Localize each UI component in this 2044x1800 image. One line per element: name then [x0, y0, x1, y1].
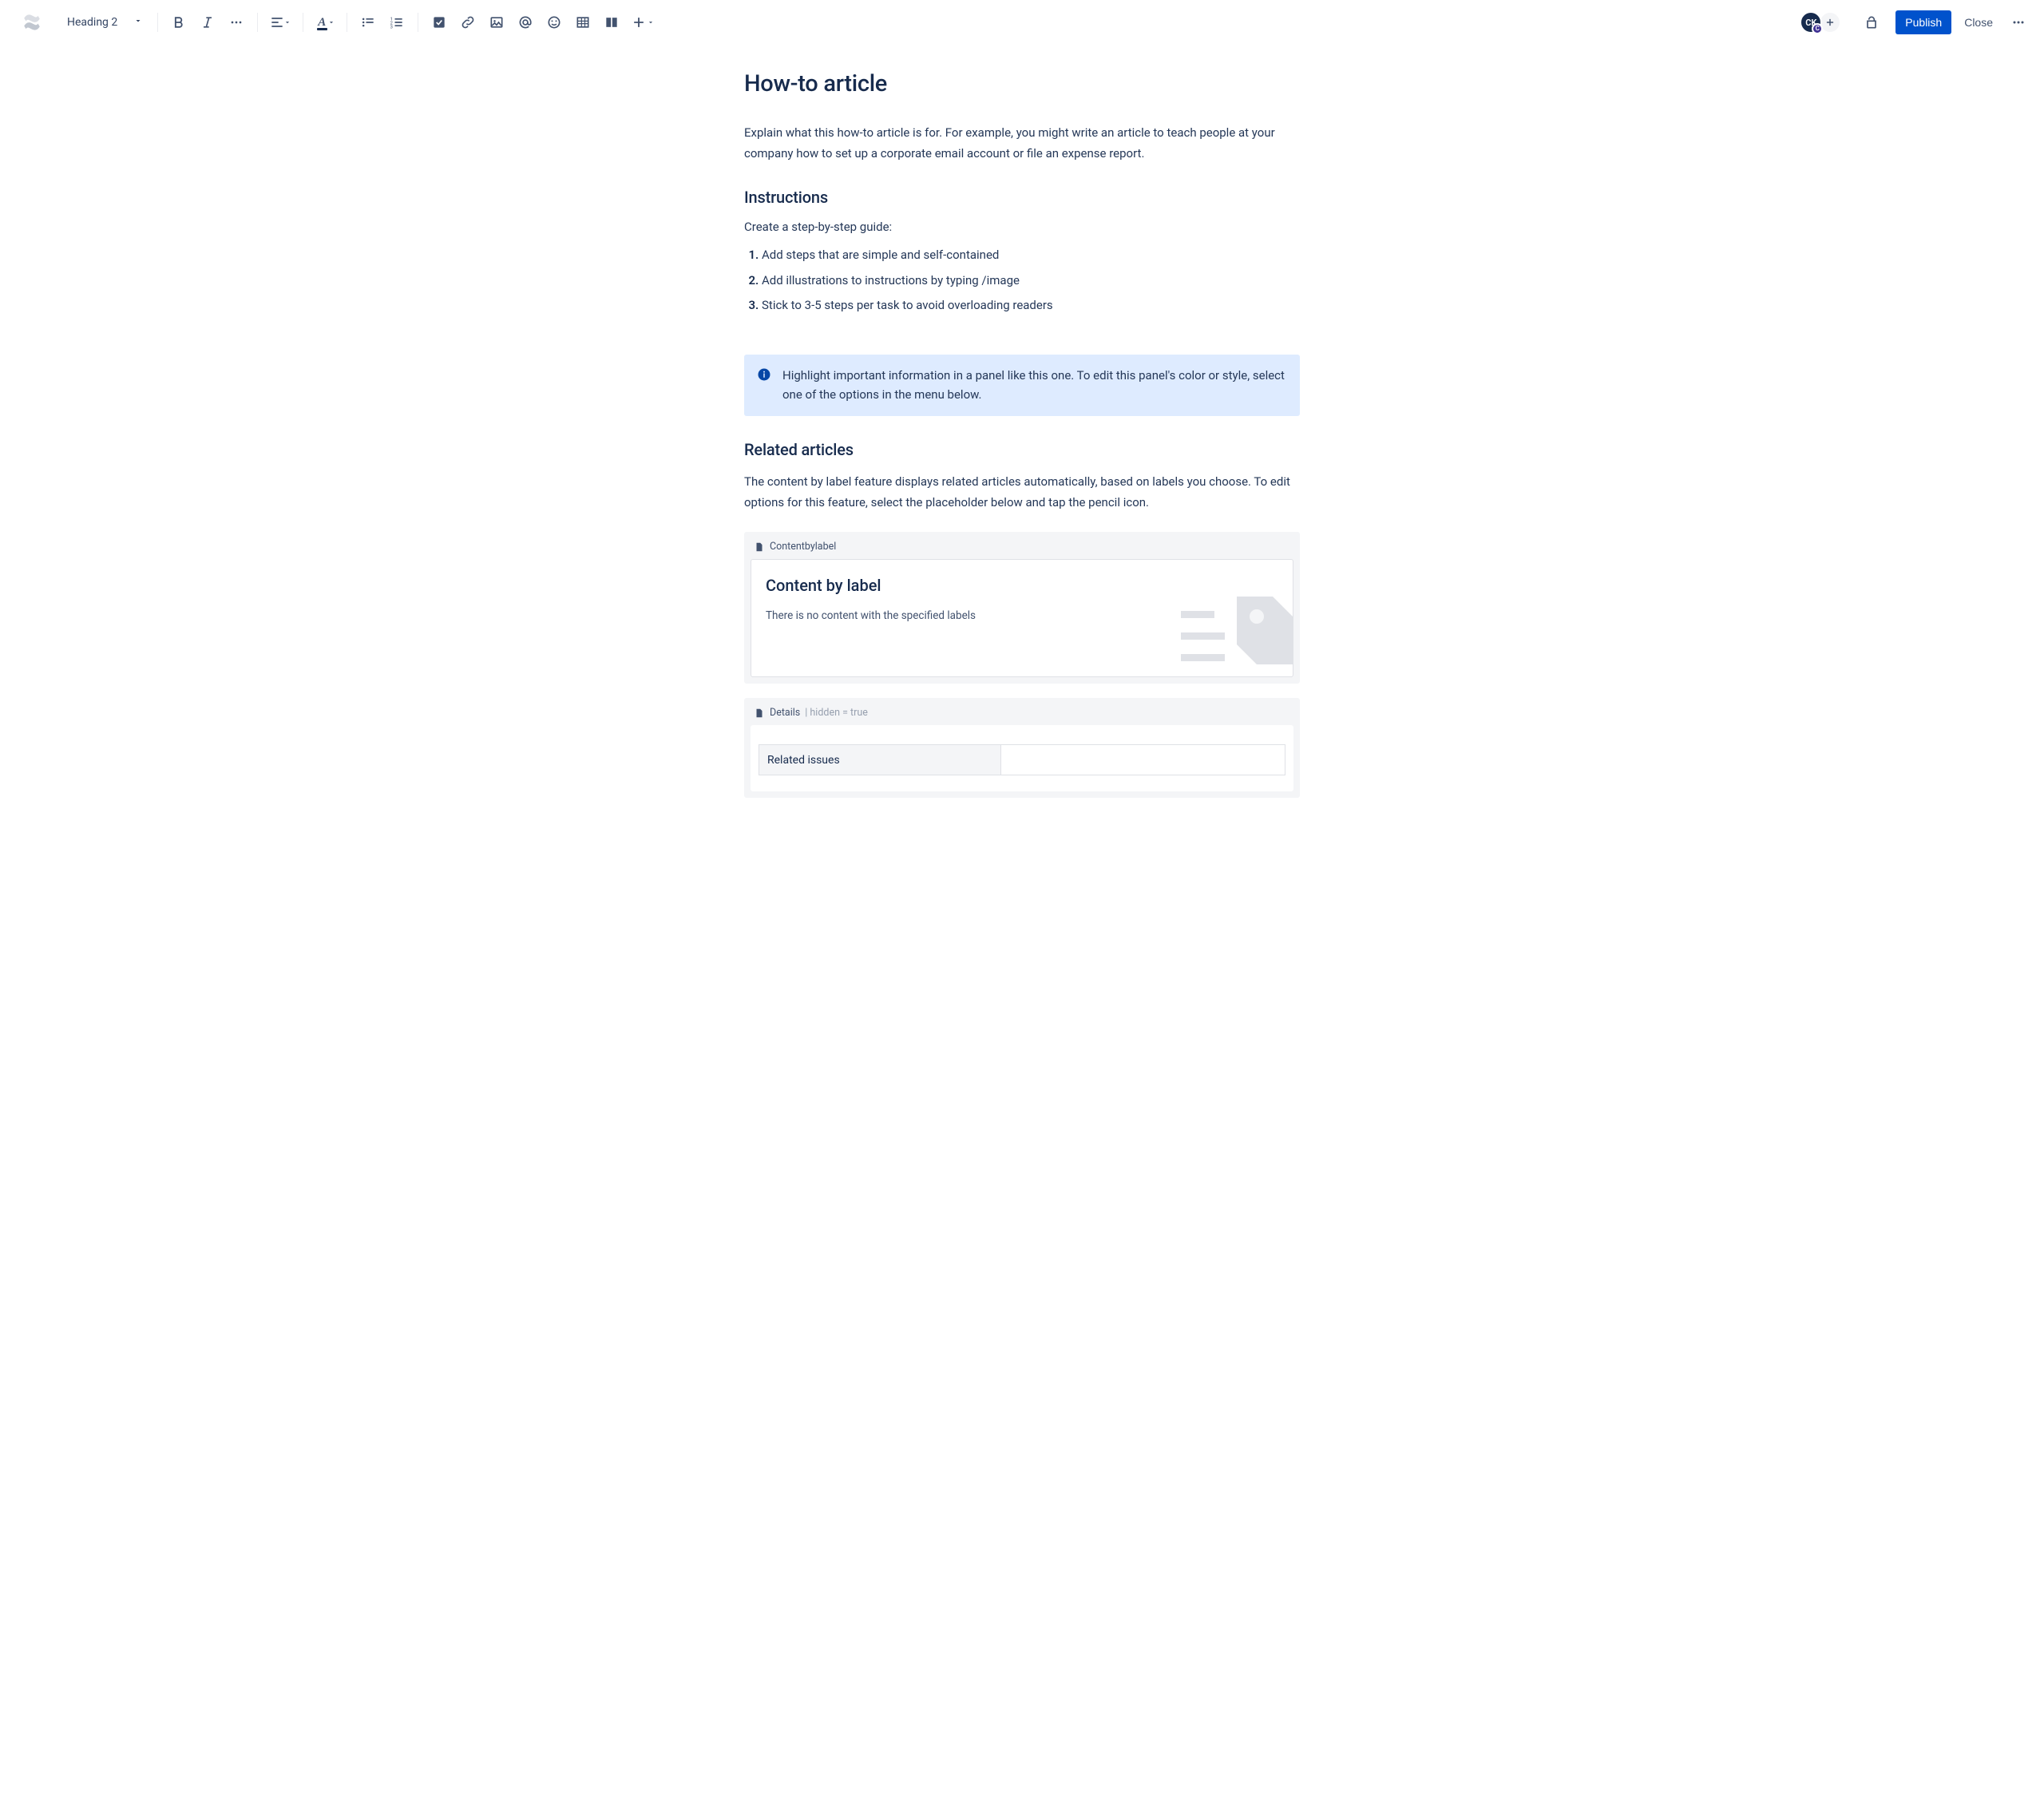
- emoji-button[interactable]: [541, 10, 567, 35]
- table-row[interactable]: Related issues: [759, 745, 1285, 775]
- editor-content[interactable]: How-to article Explain what this how-to …: [735, 45, 1309, 844]
- text-style-label: Heading 2: [67, 16, 117, 29]
- chevron-down-icon: [283, 18, 291, 26]
- macro-name: Contentbylabel: [770, 541, 836, 553]
- page-title[interactable]: How-to article: [744, 70, 1300, 97]
- svg-text:3: 3: [390, 26, 393, 30]
- numbered-list-button[interactable]: 123: [384, 10, 410, 35]
- macro-params: | hidden = true: [805, 707, 868, 719]
- details-table[interactable]: Related issues: [759, 744, 1285, 775]
- bullet-list-button[interactable]: [355, 10, 381, 35]
- avatar[interactable]: CK C: [1800, 11, 1822, 34]
- chevron-down-icon: [133, 16, 143, 29]
- macro-body[interactable]: Related issues: [751, 725, 1293, 791]
- text-color-button[interactable]: A: [311, 10, 339, 35]
- info-panel-text[interactable]: Highlight important information in a pan…: [782, 366, 1287, 406]
- table-header-cell[interactable]: Related issues: [759, 745, 1001, 775]
- mention-button[interactable]: [513, 10, 538, 35]
- collaborators: CK C: [1800, 11, 1841, 34]
- content-by-label-macro[interactable]: Contentbylabel Content by label There is…: [744, 532, 1300, 684]
- restrictions-button[interactable]: [1859, 10, 1884, 35]
- separator: [157, 13, 158, 32]
- insert-button[interactable]: [628, 10, 658, 35]
- info-icon: [757, 367, 771, 382]
- text-style-select[interactable]: Heading 2: [61, 13, 149, 32]
- list-item[interactable]: Add illustrations to instructions by typ…: [762, 271, 1300, 291]
- macro-name: Details: [770, 707, 800, 719]
- macro-header: Contentbylabel: [751, 538, 1293, 559]
- label-illustration: [1181, 589, 1293, 676]
- publish-button[interactable]: Publish: [1895, 10, 1951, 34]
- align-button[interactable]: [266, 10, 295, 35]
- chevron-down-icon: [647, 18, 655, 26]
- image-button[interactable]: [484, 10, 509, 35]
- layout-button[interactable]: [599, 10, 624, 35]
- page-icon: [754, 708, 765, 719]
- instructions-intro[interactable]: Create a step-by-step guide:: [744, 220, 1300, 234]
- intro-paragraph[interactable]: Explain what this how-to article is for.…: [744, 123, 1300, 164]
- table-cell[interactable]: [1001, 745, 1285, 775]
- list-item[interactable]: Stick to 3-5 steps per task to avoid ove…: [762, 295, 1300, 316]
- related-paragraph[interactable]: The content by label feature displays re…: [744, 472, 1300, 513]
- confluence-logo: [13, 13, 51, 32]
- editor-toolbar: Heading 2 A 123: [0, 0, 2044, 45]
- separator: [257, 13, 258, 32]
- avatar-badge: C: [1812, 23, 1823, 34]
- macro-body[interactable]: Content by label There is no content wit…: [751, 559, 1293, 677]
- action-item-button[interactable]: [426, 10, 452, 35]
- more-formatting-button[interactable]: [224, 10, 249, 35]
- bold-button[interactable]: [166, 10, 192, 35]
- table-button[interactable]: [570, 10, 596, 35]
- instruction-steps[interactable]: Add steps that are simple and self-conta…: [744, 245, 1300, 316]
- close-button[interactable]: Close: [1955, 10, 2002, 34]
- related-heading[interactable]: Related articles: [744, 440, 1300, 459]
- italic-button[interactable]: [195, 10, 220, 35]
- page-icon: [754, 541, 765, 553]
- chevron-down-icon: [327, 18, 335, 26]
- details-macro[interactable]: Details | hidden = true Related issues: [744, 698, 1300, 798]
- page-more-menu[interactable]: [2006, 10, 2031, 35]
- list-item[interactable]: Add steps that are simple and self-conta…: [762, 245, 1300, 266]
- link-button[interactable]: [455, 10, 481, 35]
- instructions-heading[interactable]: Instructions: [744, 188, 1300, 207]
- macro-header: Details | hidden = true: [751, 704, 1293, 725]
- info-panel[interactable]: Highlight important information in a pan…: [744, 355, 1300, 417]
